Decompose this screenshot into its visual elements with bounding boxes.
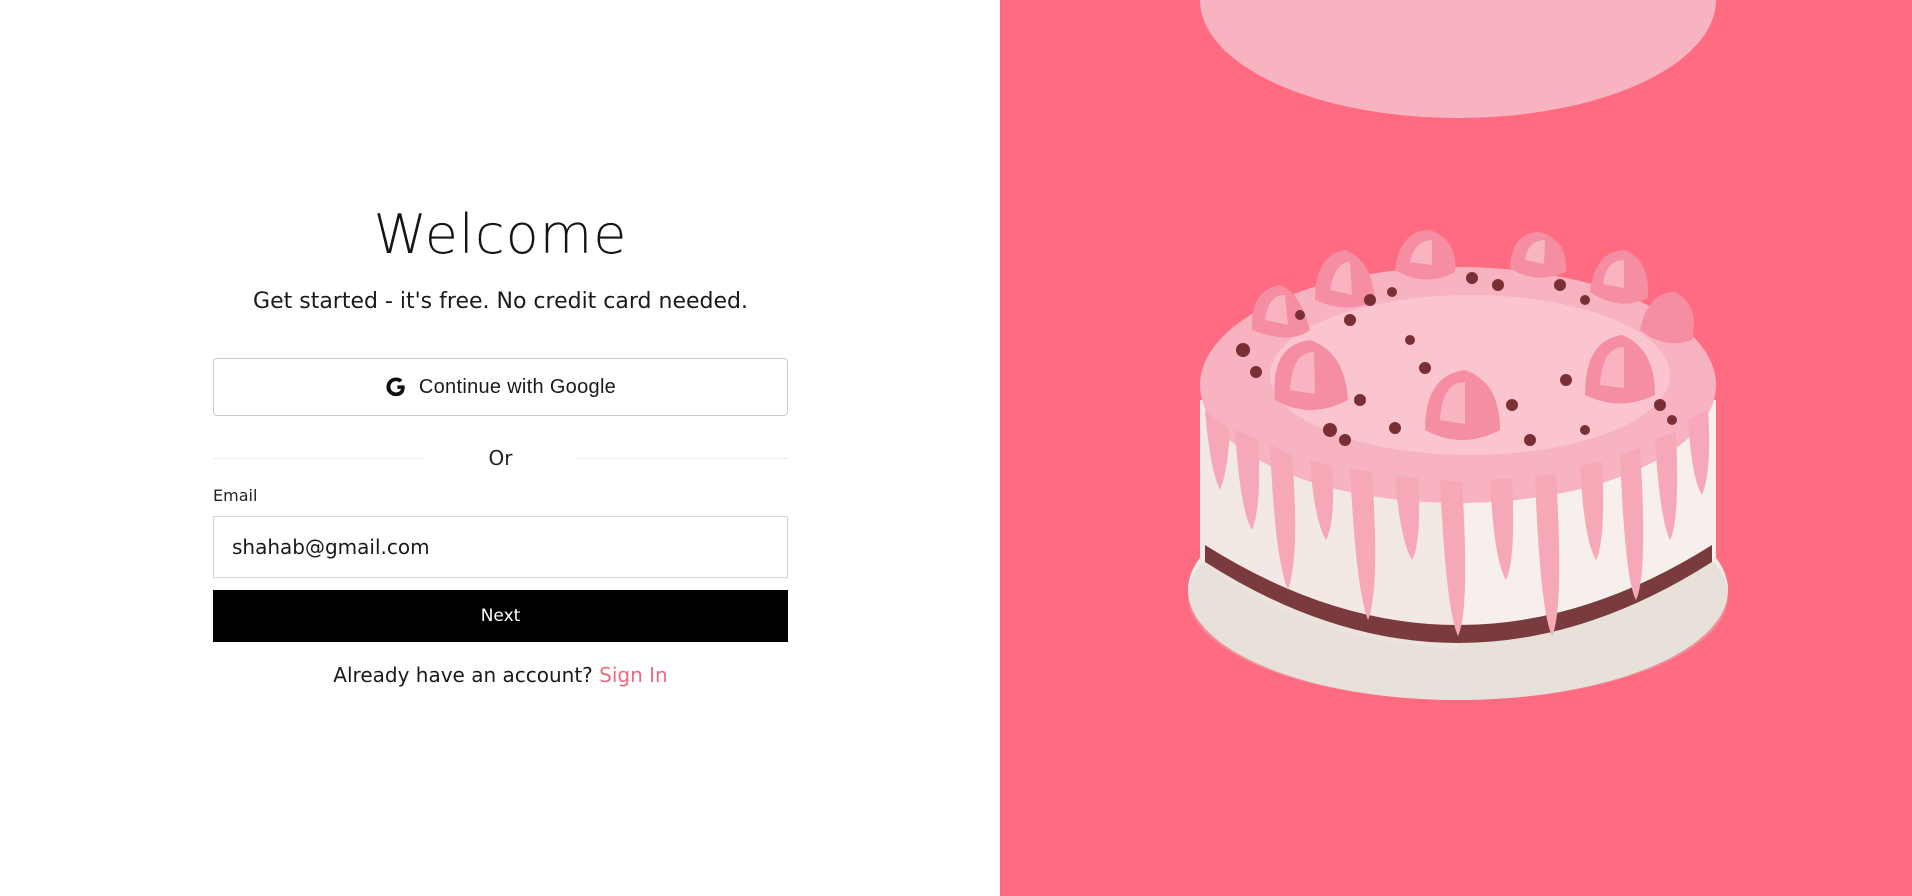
email-field[interactable] — [213, 516, 788, 578]
divider-line-left — [213, 458, 425, 459]
signup-page: Welcome Get started - it's free. No cred… — [0, 0, 1912, 896]
google-g-icon — [385, 376, 407, 398]
signup-form: Welcome Get started - it's free. No cred… — [213, 200, 788, 688]
continue-with-google-label: Continue with Google — [418, 375, 617, 398]
cake-illustration — [1188, 0, 1728, 700]
continue-with-google-button[interactable]: Continue with Google — [213, 358, 788, 416]
or-divider: Or — [213, 446, 788, 470]
next-button[interactable]: Next — [213, 590, 788, 642]
page-title: Welcome — [373, 203, 628, 266]
signup-panel: Welcome Get started - it's free. No cred… — [0, 0, 1000, 896]
account-prompt-text: Already have an account? — [333, 663, 593, 687]
divider-text: Or — [488, 446, 513, 470]
hero-panel — [1000, 0, 1912, 896]
sign-in-link[interactable]: Sign In — [599, 663, 668, 687]
signin-prompt: Already have an account? Sign In — [333, 662, 667, 688]
email-label: Email — [213, 486, 258, 505]
divider-line-right — [576, 458, 788, 459]
page-subtitle: Get started - it's free. No credit card … — [253, 289, 748, 314]
